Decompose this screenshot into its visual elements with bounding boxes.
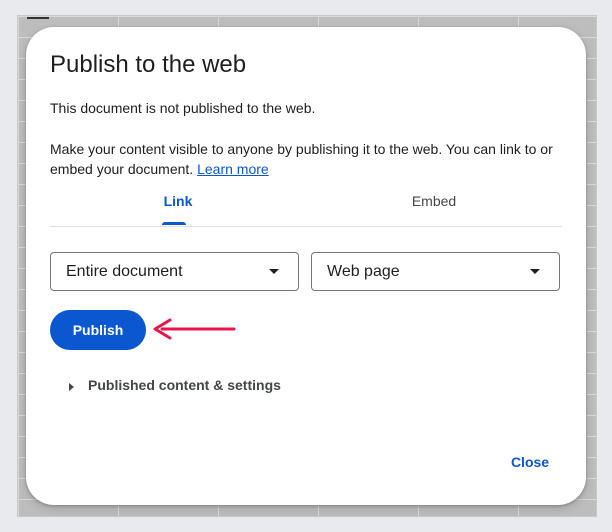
tab-link[interactable]: Link xyxy=(50,185,306,225)
format-value: Web page xyxy=(327,263,400,280)
tab-embed[interactable]: Embed xyxy=(306,185,562,225)
annotation-arrow-icon xyxy=(153,318,236,340)
active-tab-indicator xyxy=(162,222,186,225)
dialog-title: Publish to the web xyxy=(50,51,247,78)
format-select[interactable]: Web page xyxy=(311,252,560,291)
description-text: Make your content visible to anyone by p… xyxy=(50,141,553,177)
triangle-right-icon xyxy=(69,383,74,391)
spreadsheet-fragment xyxy=(27,12,49,19)
dialog-description: Make your content visible to anyone by p… xyxy=(50,139,562,179)
dropdown-caret-icon xyxy=(530,269,540,274)
content-scope-select[interactable]: Entire document xyxy=(50,252,299,291)
expander-label: Published content & settings xyxy=(88,377,281,393)
close-button[interactable]: Close xyxy=(500,448,560,476)
publish-status-text: This document is not published to the we… xyxy=(50,100,316,116)
learn-more-link[interactable]: Learn more xyxy=(197,161,269,177)
publish-button[interactable]: Publish xyxy=(50,310,146,350)
dropdown-caret-icon xyxy=(269,269,279,274)
content-scope-value: Entire document xyxy=(66,263,183,280)
publish-dialog: Publish to the web This document is not … xyxy=(26,27,586,505)
tab-bar: Link Embed xyxy=(50,185,562,227)
